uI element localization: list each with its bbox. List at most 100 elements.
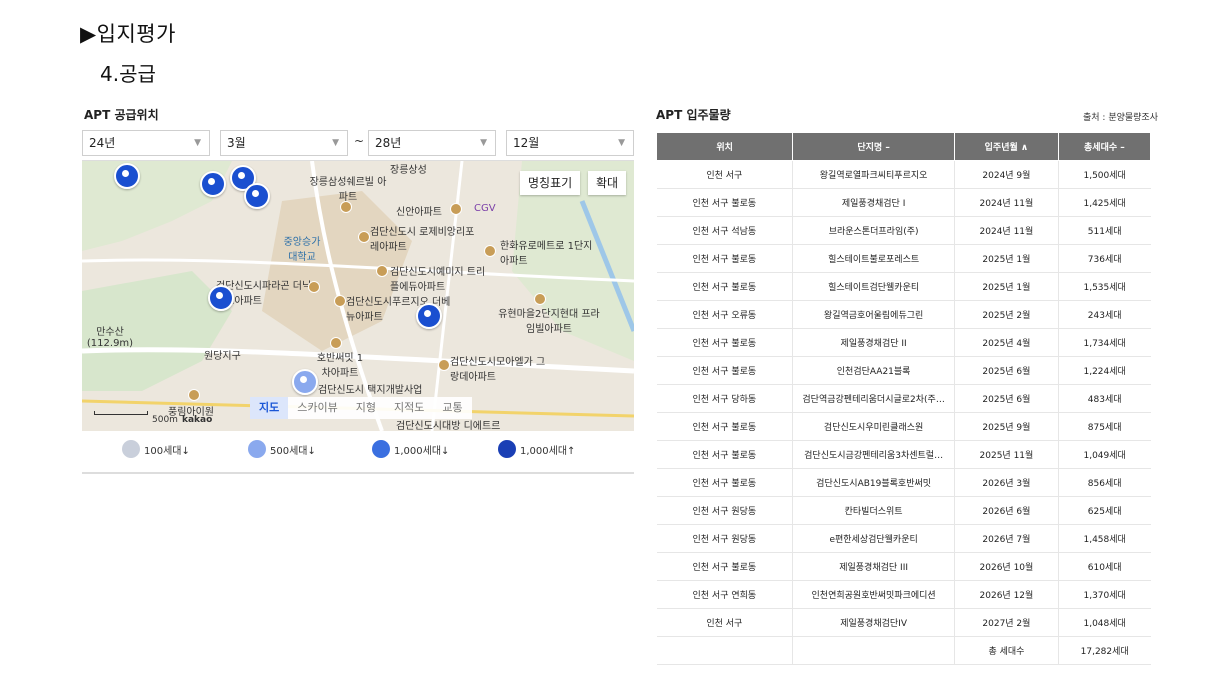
chevron-down-icon: ▼ [332, 138, 339, 148]
move-in-date-cell: 2025년 11월 [954, 440, 1059, 469]
table-row: 인천 서구 불로동 인천검단AA21블록 2025년 6월 1,224세대 [656, 356, 1151, 385]
legend-label: 100세대↓ [144, 445, 190, 457]
move-in-date-cell: 2026년 7월 [954, 524, 1059, 553]
total-units-cell: 511세대 [1058, 216, 1151, 245]
location-cell: 인천 서구 불로동 [656, 412, 794, 441]
table-row: 인천 서구 불로동 제일풍경채검단 II 2025년 4월 1,734세대 [656, 328, 1151, 357]
map-label: 중앙승가 대학교 [283, 237, 321, 263]
column-total-units[interactable]: 총세대수 – [1057, 132, 1152, 161]
move-in-date-cell: 2025년 1월 [954, 272, 1059, 301]
from-year-value: 24년 [89, 136, 116, 150]
total-units-cell: 875세대 [1058, 412, 1151, 441]
location-cell: 인천 서구 석남동 [656, 216, 794, 245]
complex-name-cell: 왕길역로열파크씨티푸르지오 [792, 160, 956, 189]
pin-icon [498, 440, 516, 458]
table-row: 인천 서구 왕길역로열파크씨티푸르지오 2024년 9월 1,500세대 [656, 160, 1151, 189]
chevron-down-icon: ▼ [618, 138, 625, 148]
poi-marker [188, 389, 200, 401]
map-type-traffic[interactable]: 교통 [433, 397, 471, 419]
source-note: 출처 : 분양물량조사 [1083, 113, 1158, 123]
complex-name-cell: 인천검단AA21블록 [792, 356, 956, 385]
section-subheading: 4.공급 [100, 62, 156, 86]
total-units-cell: 1,425세대 [1058, 188, 1151, 217]
map-type-terrain[interactable]: 지형 [347, 397, 385, 419]
to-month-select[interactable]: 12월 ▼ [506, 130, 634, 156]
map-type-map[interactable]: 지도 [250, 397, 289, 419]
to-year-select[interactable]: 28년 ▼ [368, 130, 496, 156]
total-units-cell: 736세대 [1058, 244, 1151, 273]
column-complex-name[interactable]: 단지명 – [792, 132, 956, 161]
complex-name-cell: 검단역금강펜테리움더시글로2차(주… [792, 384, 956, 413]
complex-name-cell: e편한세상검단웰카운티 [792, 524, 956, 553]
location-cell: 인천 서구 불로동 [656, 356, 794, 385]
apt-supply-marker[interactable] [200, 171, 226, 197]
poi-marker [340, 201, 352, 213]
supply-location-title: APT 공급위치 [84, 108, 159, 122]
kakao-logo: kakao [182, 415, 213, 425]
table-row: 인천 서구 불로동 힐스테이트불로포레스트 2025년 1월 736세대 [656, 244, 1151, 273]
apt-supply-marker[interactable] [416, 303, 442, 329]
poi-marker [330, 337, 342, 349]
total-units-cell: 1,224세대 [1058, 356, 1151, 385]
location-cell: 인천 서구 불로동 [656, 244, 794, 273]
apt-supply-marker[interactable] [292, 369, 318, 395]
move-in-date-cell: 2025년 9월 [954, 412, 1059, 441]
move-in-date-cell: 2025년 6월 [954, 356, 1059, 385]
column-location[interactable]: 위치 [655, 132, 794, 161]
section-heading: ▶입지평가 [80, 22, 176, 46]
complex-name-cell: 칸타빌더스위트 [792, 496, 956, 525]
from-year-select[interactable]: 24년 ▼ [82, 130, 210, 156]
table-row: 인천 서구 불로동 검단신도시AB19블록호반써밋 2026년 3월 856세대 [656, 468, 1151, 497]
supply-map[interactable]: 장릉상성 장릉삼성쉐르빌 아파트 신안아파트 CGV 중앙승가 대학교 검단신도… [82, 160, 634, 431]
move-in-date-cell: 2026년 3월 [954, 468, 1059, 497]
label-toggle-button[interactable]: 명칭표기 [520, 171, 581, 195]
map-label: CGV [474, 203, 496, 214]
total-units-cell: 1,535세대 [1058, 272, 1151, 301]
complex-name-cell: 제일풍경채검단IV [792, 608, 956, 637]
move-in-date-cell: 2025년 6월 [954, 384, 1059, 413]
poi-marker [484, 245, 496, 257]
total-row: 총 세대수 17,282세대 [656, 636, 1151, 665]
legend-label: 1,000세대↓ [394, 445, 450, 457]
total-units-cell: 1,500세대 [1058, 160, 1151, 189]
location-cell: 인천 서구 연희동 [656, 580, 794, 609]
from-month-select[interactable]: 3월 ▼ [220, 130, 348, 156]
move-in-date-cell: 2025년 2월 [954, 300, 1059, 329]
column-move-in-date[interactable]: 입주년월 ∧ [954, 132, 1059, 161]
complex-name-cell: 검단신도시AB19블록호반써밋 [792, 468, 956, 497]
location-cell: 인천 서구 원당동 [656, 496, 794, 525]
table-row: 인천 서구 불로동 검단신도시금강펜테리움3차센트럴… 2025년 11월 1,049… [656, 440, 1151, 469]
map-label: 장릉삼성쉐르빌 아파트 [309, 177, 387, 203]
complex-name-cell: 제일풍경채검단 II [792, 328, 956, 357]
poi-marker [358, 231, 370, 243]
table-row: 인천 서구 연희동 인천연희공원호반써밋파크에디션 2026년 12월 1,370세대 [656, 580, 1151, 609]
apt-supply-marker[interactable] [114, 163, 140, 189]
map-label: 검단신도시대방 디에트르 [396, 421, 501, 431]
complex-name-cell [792, 636, 956, 665]
complex-name-cell: 검단신도시금강펜테리움3차센트럴… [792, 440, 956, 469]
move-in-date-cell: 2025년 1월 [954, 244, 1059, 273]
complex-name-cell: 검단신도시우미린클래스원 [792, 412, 956, 441]
map-label: 만수산 (112.9m) [86, 327, 134, 349]
total-units-cell: 856세대 [1058, 468, 1151, 497]
map-label: 장릉상성 [390, 165, 427, 176]
table-row: 인천 서구 제일풍경채검단IV 2027년 2월 1,048세대 [656, 608, 1151, 637]
move-in-date-cell: 총 세대수 [954, 636, 1059, 665]
location-cell: 인천 서구 [656, 608, 794, 637]
table-row: 인천 서구 불로동 제일풍경채검단 I 2024년 11월 1,425세대 [656, 188, 1151, 217]
chevron-down-icon: ▼ [194, 138, 201, 148]
location-cell: 인천 서구 불로동 [656, 272, 794, 301]
apt-supply-marker[interactable] [208, 285, 234, 311]
move-in-date-cell: 2024년 11월 [954, 188, 1059, 217]
zoom-button[interactable]: 확대 [588, 171, 627, 195]
move-in-date-cell: 2026년 6월 [954, 496, 1059, 525]
legend-item: 100세대↓ [122, 440, 190, 458]
map-type-cadastral[interactable]: 지적도 [385, 397, 433, 419]
map-type-skyview[interactable]: 스카이뷰 [288, 397, 346, 419]
move-in-date-cell: 2024년 9월 [954, 160, 1059, 189]
location-cell: 인천 서구 불로동 [656, 552, 794, 581]
apt-supply-marker[interactable] [244, 183, 270, 209]
total-units-cell: 243세대 [1058, 300, 1151, 329]
complex-name-cell: 브라운스톤더프라임(주) [792, 216, 956, 245]
map-legend: 100세대↓ 500세대↓ 1,000세대↓ 1,000세대↑ [82, 432, 634, 474]
